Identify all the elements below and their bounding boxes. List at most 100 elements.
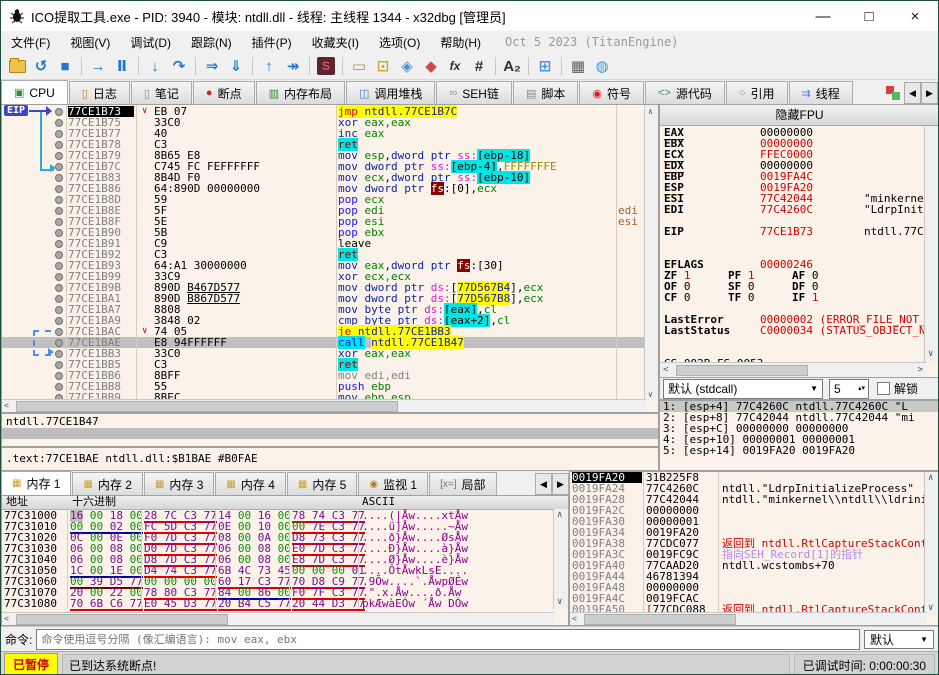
register-row[interactable]: LastStatus C0000034 (STATUS_OBJECT_NA (664, 325, 924, 336)
dump-vertical-scrollbar[interactable] (553, 509, 568, 609)
breakpoint-dot[interactable] (55, 317, 63, 325)
comments-icon[interactable]: ⊡ (371, 55, 395, 77)
dump-tab-内存 2[interactable]: ▦ 内存 2 (72, 472, 143, 495)
command-profile-select[interactable]: 默认 ▼ (864, 629, 934, 649)
highlight-icon[interactable]: A₂ (500, 55, 524, 77)
run-to-selection-icon[interactable]: ⇒ (200, 55, 224, 77)
menu-文件(F)[interactable]: 文件(F) (1, 32, 60, 53)
maximize-button[interactable]: □ (846, 1, 892, 31)
argument-row[interactable]: 5: [esp+14] 0019FA20 0019FA20 (660, 445, 938, 456)
seh-icon[interactable]: S (314, 55, 338, 77)
tab-线程[interactable]: ⇉ 线程 (788, 81, 853, 104)
breakpoint-dot[interactable] (55, 152, 63, 160)
registers-pane[interactable]: 隐藏FPU EAX 00000000 EBX 00000000 ECX FFEC0000 E… (659, 104, 938, 400)
breakpoint-dot[interactable] (55, 350, 63, 358)
breakpoint-dot[interactable] (55, 163, 63, 171)
breakpoint-dot[interactable] (55, 306, 63, 314)
breakpoint-dot[interactable] (55, 196, 63, 204)
trace-icon[interactable]: ⊞ (533, 55, 557, 77)
tab-源代码[interactable]: <> 源代码 (645, 81, 725, 104)
menu-选项(O)[interactable]: 选项(O) (369, 32, 430, 53)
labels-icon[interactable]: ◈ (395, 55, 419, 77)
minimize-button[interactable]: — (800, 1, 846, 31)
tab-scroll-left-button[interactable]: ◀ (904, 82, 921, 104)
breakpoint-dot[interactable] (55, 251, 63, 259)
tab-调用堆栈[interactable]: ◫ 调用堆栈 (346, 81, 436, 104)
registers-horizontal-scrollbar[interactable] (660, 362, 926, 377)
tab-脚本[interactable]: ▤ 脚本 (512, 81, 579, 104)
dump-tab-内存 3[interactable]: ▦ 内存 3 (143, 472, 215, 495)
tab-断点[interactable]: ● 断点 (192, 81, 255, 104)
dump-tab-监视 1[interactable]: ◉ 监视 1 (358, 472, 429, 495)
stack-pane[interactable]: 0019FA20 31B225F8 0019FA24 77C4260C ntdll."L… (569, 471, 938, 626)
breakpoint-dot[interactable] (55, 240, 63, 248)
detach-tabs-icon[interactable] (886, 86, 900, 100)
memory-dump-pane[interactable]: 地址 十六进制 ASCII 77C31000 16 00 18 00 28 7C C… (1, 495, 569, 626)
flags-row[interactable]: CF 0 TF 0 IF 1 (664, 292, 924, 303)
breakpoint-dot[interactable] (55, 229, 63, 237)
functions-icon[interactable]: fx (443, 55, 467, 77)
run-icon[interactable]: → (86, 55, 110, 77)
disassembly-pane[interactable]: 77CE1B73 ∨ EB 07 jmp ntdll.77CE1B7C 77CE1B75… (1, 104, 659, 413)
tab-SEH链[interactable]: ∞ SEH链 (436, 81, 512, 104)
browser-icon[interactable]: ◍ (590, 55, 614, 77)
menu-视图(V)[interactable]: 视图(V) (60, 32, 120, 53)
menu-跟踪(N)[interactable]: 跟踪(N) (181, 32, 242, 53)
execute-till-return-icon[interactable]: ⇓ (224, 55, 248, 77)
dump-horizontal-scrollbar[interactable] (2, 612, 554, 625)
registers-vertical-scrollbar[interactable] (924, 126, 938, 362)
dump-tab-内存 1[interactable]: ▦ 内存 1 (1, 471, 72, 495)
breakpoint-dot[interactable] (55, 339, 63, 347)
breakpoint-dot[interactable] (55, 262, 63, 270)
dump-tab-scroll-right-button[interactable]: ▶ (552, 473, 569, 495)
dump-tab-scroll-left-button[interactable]: ◀ (535, 473, 552, 495)
unlock-checkbox[interactable]: 解锁 (877, 380, 918, 397)
breakpoint-dot[interactable] (55, 185, 63, 193)
arguments-pane[interactable]: 1: [esp+4] 77C4260C ntdll.77C4260C "L 2: … (659, 400, 938, 471)
stack-horizontal-scrollbar[interactable] (570, 612, 926, 625)
breakpoint-dot[interactable] (55, 174, 63, 182)
breakpoint-dot[interactable] (55, 108, 63, 116)
hide-fpu-button[interactable]: 隐藏FPU (660, 105, 938, 126)
command-input[interactable] (36, 628, 860, 650)
tab-scroll-right-button[interactable]: ▶ (921, 82, 938, 104)
register-row[interactable]: EIP77CE1B73ntdll.77CE1B73 (664, 226, 924, 237)
step-out-icon[interactable]: ↑ (257, 55, 281, 77)
close-button[interactable]: × (892, 1, 938, 31)
tab-符号[interactable]: ◉ 符号 (579, 81, 644, 104)
tab-笔记[interactable]: ▯ 笔记 (130, 81, 192, 104)
step-into-icon[interactable]: ↓ (143, 55, 167, 77)
step-over-icon[interactable]: ↷ (167, 55, 191, 77)
stop-icon[interactable]: ■ (53, 55, 77, 77)
argument-count-stepper[interactable]: 5 (829, 378, 869, 399)
breakpoint-dot[interactable] (55, 372, 63, 380)
menu-收藏夹(I)[interactable]: 收藏夹(I) (302, 32, 369, 53)
dump-tab-内存 4[interactable]: ▦ 内存 4 (215, 472, 286, 495)
run-to-user-code-icon[interactable]: ↠ (281, 55, 305, 77)
open-file-icon[interactable] (5, 55, 29, 77)
breakpoint-dot[interactable] (55, 218, 63, 226)
menu-帮助(H)[interactable]: 帮助(H) (430, 32, 491, 53)
breakpoint-dot[interactable] (55, 361, 63, 369)
restart-icon[interactable]: ↺ (29, 55, 53, 77)
breakpoint-dot[interactable] (55, 295, 63, 303)
ordinals-icon[interactable]: # (467, 55, 491, 77)
register-row[interactable]: EDI77C4260C"LdrpInitializePro (664, 204, 924, 215)
breakpoint-dot[interactable] (55, 207, 63, 215)
bookmarks-icon[interactable]: ◆ (419, 55, 443, 77)
breakpoint-dot[interactable] (55, 130, 63, 138)
tab-引用[interactable]: ○ 引用 (725, 81, 788, 104)
calculator-icon[interactable]: ▦ (566, 55, 590, 77)
tab-日志[interactable]: ▯ 日志 (68, 81, 130, 104)
breakpoint-dot[interactable] (55, 328, 63, 336)
disasm-horizontal-scrollbar[interactable] (2, 399, 646, 412)
dump-tab-局部[interactable]: [x=] 局部 (429, 472, 497, 495)
breakpoint-dot[interactable] (55, 284, 63, 292)
dump-row[interactable]: 77C31080 70 6B C6 77 E0 45 D3 77 20 B4 C5 7… (2, 598, 552, 611)
disasm-vertical-scrollbar[interactable] (644, 105, 658, 401)
patch-icon[interactable]: ▭ (347, 55, 371, 77)
menu-调试(D)[interactable]: 调试(D) (120, 32, 181, 53)
tab-内存布局[interactable]: ▥ 内存布局 (255, 81, 345, 104)
breakpoint-dot[interactable] (55, 383, 63, 391)
menu-插件(P)[interactable]: 插件(P) (242, 32, 302, 53)
